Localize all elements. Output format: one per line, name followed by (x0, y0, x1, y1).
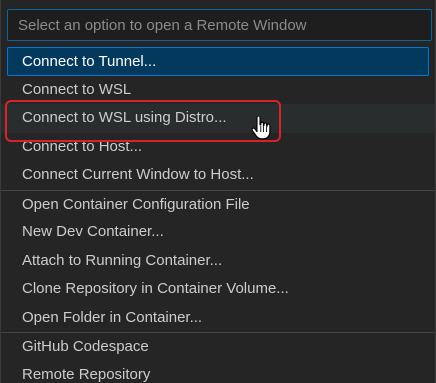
option-clone-repo-container-volume[interactable]: Clone Repository in Container Volume... (1, 275, 435, 304)
option-label: Connect Current Window to Host... (22, 166, 254, 183)
option-new-dev-container[interactable]: New Dev Container... (1, 218, 435, 247)
option-connect-to-wsl[interactable]: Connect to WSL (1, 76, 435, 105)
option-label: Connect to Host... (22, 137, 143, 155)
option-github-codespace[interactable]: GitHub Codespace (1, 332, 435, 361)
option-label: Attach to Running Container... (22, 251, 223, 269)
remote-window-quick-pick: Connect to Tunnel... Connect to WSL Conn… (0, 0, 436, 383)
option-label: GitHub Codespace (22, 338, 149, 355)
option-label: Open Folder in Container... (22, 308, 203, 326)
search-box[interactable] (7, 9, 432, 41)
option-connect-to-wsl-using-distro[interactable]: Connect to WSL using Distro... (1, 104, 435, 133)
search-input[interactable] (8, 10, 431, 40)
option-label: Remote Repository (22, 365, 151, 383)
option-open-folder-in-container[interactable]: Open Folder in Container... (1, 304, 435, 333)
option-label: New Dev Container... (22, 223, 164, 240)
option-label: Open Container Configuration File (22, 195, 250, 213)
option-connect-to-tunnel[interactable]: Connect to Tunnel... (7, 47, 429, 76)
option-open-container-config[interactable]: Open Container Configuration File (1, 189, 435, 219)
option-connect-current-window-to-host[interactable]: Connect Current Window to Host... (1, 161, 435, 190)
option-connect-to-host[interactable]: Connect to Host... (1, 133, 435, 162)
hand-pointer-icon (251, 116, 271, 140)
option-label: Connect to WSL (22, 80, 132, 98)
option-label: Connect to WSL using Distro... (22, 109, 227, 126)
option-label: Clone Repository in Container Volume... (22, 280, 289, 297)
option-list: Connect to Tunnel... Connect to WSL Conn… (1, 47, 435, 383)
option-attach-running-container[interactable]: Attach to Running Container... (1, 247, 435, 276)
option-remote-repository[interactable]: Remote Repository (1, 361, 435, 383)
option-label: Connect to Tunnel... (22, 53, 157, 70)
